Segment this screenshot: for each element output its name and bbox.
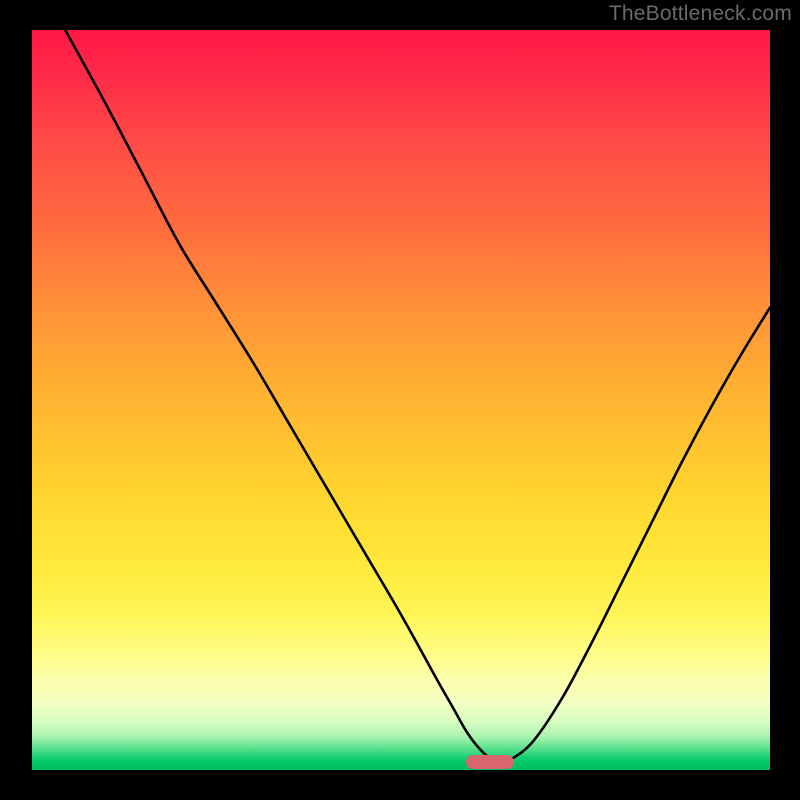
bottleneck-curve [65, 30, 770, 763]
plot-area [32, 30, 770, 770]
watermark-text: TheBottleneck.com [609, 2, 792, 26]
chart-frame: TheBottleneck.com [0, 0, 800, 800]
optimum-marker [466, 755, 514, 769]
curve-layer [32, 30, 770, 770]
